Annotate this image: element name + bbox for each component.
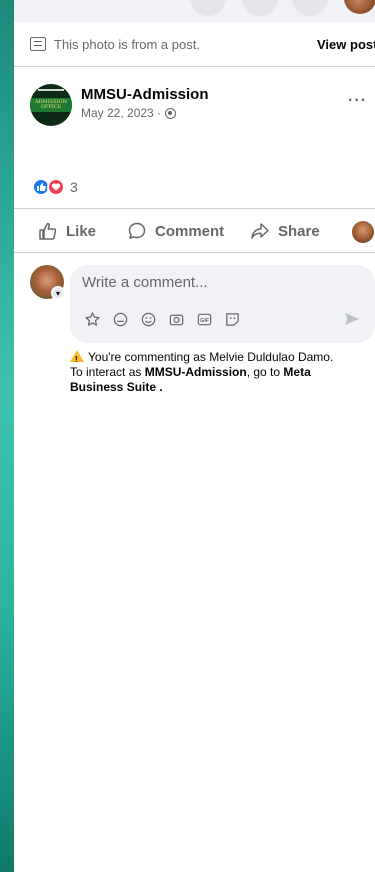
notice-line-2-prefix: To interact as	[70, 365, 145, 379]
photo-source-text: This photo is from a post.	[54, 37, 200, 52]
top-action-button[interactable]	[242, 0, 278, 16]
like-button[interactable]: Like	[38, 221, 96, 241]
sticker-face-icon[interactable]	[224, 311, 241, 328]
reaction-count: 3	[70, 179, 78, 195]
warning-icon	[70, 350, 84, 367]
commenting-as-notice: You're commenting as Melvie Duldulao Dam…	[70, 350, 375, 395]
composer-toolbar: GIF	[84, 311, 241, 328]
camera-icon[interactable]	[168, 311, 185, 328]
top-action-button[interactable]	[292, 0, 328, 16]
top-action-button[interactable]	[190, 0, 226, 16]
gif-icon[interactable]: GIF	[196, 311, 213, 328]
avatar-sticker-icon[interactable]	[112, 311, 129, 328]
sticker-icon[interactable]	[84, 311, 101, 328]
post-meta: May 22, 2023 ·	[81, 106, 177, 120]
comment-icon	[128, 222, 146, 239]
logo-roof	[38, 89, 64, 97]
notice-page-name: MMSU-Admission	[144, 365, 247, 379]
photo-source-banner: This photo is from a post. View post	[14, 23, 375, 67]
notice-line-3-end: .	[156, 380, 163, 394]
notice-line-1: You're commenting as Melvie Duldulao Dam…	[88, 350, 334, 364]
share-label: Share	[278, 222, 320, 240]
chevron-down-icon[interactable]: ▾	[51, 286, 65, 300]
top-bar	[14, 0, 375, 22]
notice-line-2-mid: , go to	[246, 365, 284, 379]
business-suite-link[interactable]: Business Suite	[70, 380, 156, 394]
reactions-summary[interactable]: 3	[32, 178, 78, 196]
post-actions-bar: Like Comment Share	[14, 208, 375, 253]
thumbs-up-icon	[39, 222, 57, 240]
more-options-icon[interactable]: ···	[348, 92, 367, 110]
comment-label: Comment	[155, 222, 225, 240]
post-date[interactable]: May 22, 2023 ·	[81, 106, 161, 120]
comment-composer[interactable]: Write a comment... GIF	[70, 265, 375, 343]
meta-link[interactable]: Meta	[283, 365, 310, 379]
post-author[interactable]: MMSU-Admission	[81, 86, 209, 103]
reaction-avatar-selector[interactable]	[352, 221, 374, 243]
share-icon	[251, 223, 269, 239]
account-avatar[interactable]	[344, 0, 375, 14]
love-reaction-icon	[47, 178, 65, 196]
logo-text: ADMISSION OFFICE	[35, 99, 67, 110]
globe-icon	[165, 107, 177, 119]
comment-button[interactable]: Comment	[127, 221, 224, 241]
like-label: Like	[66, 222, 97, 240]
svg-text:GIF: GIF	[200, 318, 209, 324]
send-icon[interactable]	[342, 309, 362, 329]
post-icon	[30, 37, 46, 51]
emoji-icon[interactable]	[140, 311, 157, 328]
share-button[interactable]: Share	[250, 221, 320, 241]
comment-input[interactable]: Write a comment...	[82, 274, 208, 291]
view-post-link[interactable]: View post	[317, 37, 375, 52]
post-viewer-panel: This photo is from a post. View post ADM…	[14, 0, 375, 872]
page-avatar[interactable]: ADMISSION OFFICE	[30, 84, 72, 126]
